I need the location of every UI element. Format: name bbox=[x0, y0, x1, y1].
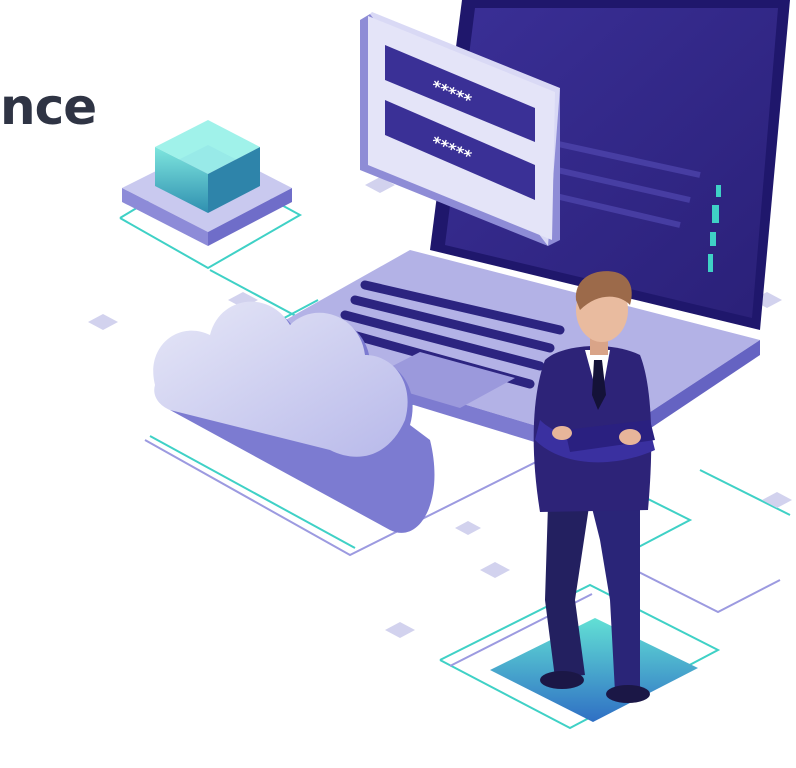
hero-page: nce ***** ***** bbox=[0, 0, 796, 768]
security-illustration: ***** ***** bbox=[88, 0, 792, 730]
cube-platform-icon bbox=[122, 120, 292, 246]
platform-tile bbox=[490, 618, 698, 722]
